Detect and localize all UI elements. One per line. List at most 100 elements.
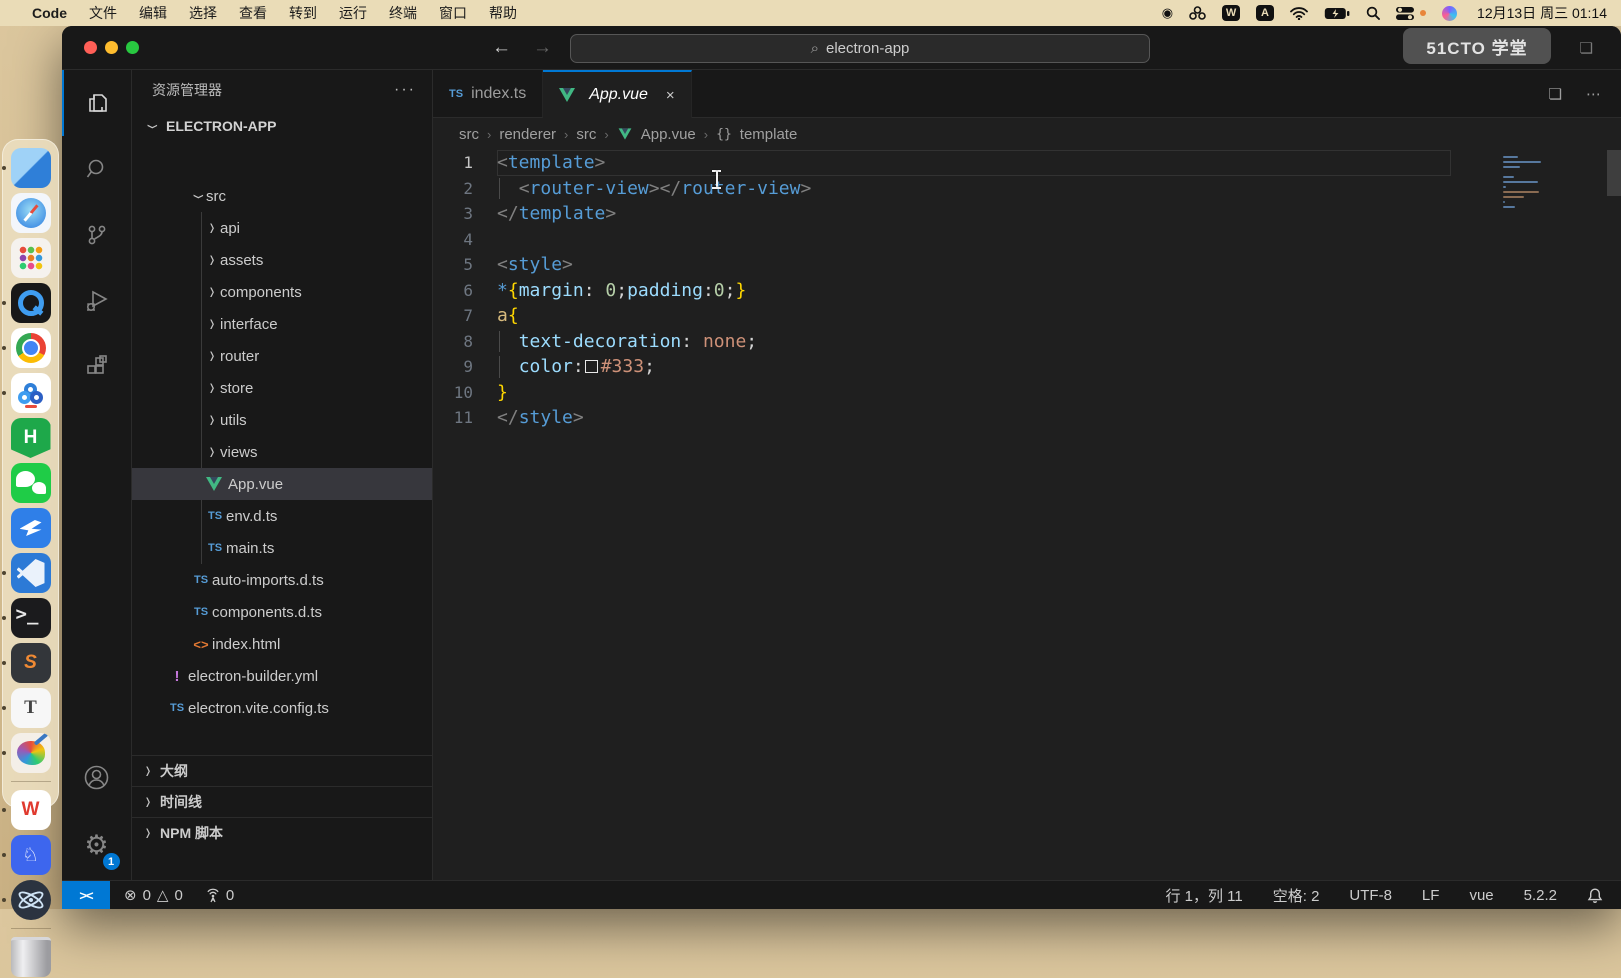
menu-item-运行[interactable]: 运行	[339, 5, 367, 21]
menu-item-终端[interactable]: 终端	[389, 5, 417, 21]
dock-item-chrome[interactable]	[10, 327, 52, 369]
tab-App.vue[interactable]: App.vue×	[543, 70, 691, 118]
dock-item-sunflower-remote[interactable]	[10, 372, 52, 414]
menu-item-转到[interactable]: 转到	[289, 5, 317, 21]
breadcrumb-item-src[interactable]: src	[459, 126, 479, 143]
dock-item-sublime-text[interactable]: S	[10, 642, 52, 684]
menu-item-文件[interactable]: 文件	[89, 5, 117, 21]
dock-item-dingtalk[interactable]	[10, 507, 52, 549]
wifi-icon[interactable]	[1290, 7, 1308, 20]
input-source-icon[interactable]: A	[1256, 5, 1274, 21]
status-version[interactable]: 5.2.2	[1524, 887, 1557, 904]
tree-folder-views[interactable]: ❭views	[132, 436, 432, 468]
wps-icon[interactable]: W	[1222, 5, 1240, 21]
menu-item-查看[interactable]: 查看	[239, 5, 267, 21]
ports-indicator[interactable]: 0	[205, 887, 234, 904]
problems-indicator[interactable]: ⊗ 0 △ 0	[124, 886, 183, 904]
run-debug-icon[interactable]	[62, 268, 132, 334]
menu-item-编辑[interactable]: 编辑	[139, 5, 167, 21]
minimize-window-button[interactable]	[105, 41, 118, 54]
close-tab-icon[interactable]: ×	[666, 87, 675, 104]
dock-item-safari[interactable]	[10, 192, 52, 234]
search-view-icon[interactable]	[62, 136, 132, 202]
notifications-bell-icon[interactable]	[1587, 887, 1603, 904]
dock-item-hbuilder[interactable]: H	[10, 417, 52, 459]
tree-folder-src[interactable]: ❭src	[132, 180, 432, 212]
menu-item-窗口[interactable]: 窗口	[439, 5, 467, 21]
breadcrumb-item-template[interactable]: template	[740, 126, 798, 143]
settings-gear-icon[interactable]: ⚙ 1	[62, 810, 132, 880]
dock-item-vscode[interactable]	[10, 552, 52, 594]
tree-file-env.d.ts[interactable]: TSenv.d.ts	[132, 500, 432, 532]
battery-charging-icon[interactable]	[1324, 7, 1350, 20]
tree-folder-interface[interactable]: ❭interface	[132, 308, 432, 340]
explorer-icon[interactable]	[62, 70, 132, 136]
back-button[interactable]: ←	[492, 37, 511, 59]
title-bar[interactable]: ← → ⌕ electron-app ❏ 51CTO 学堂	[62, 26, 1621, 70]
menu-item-选择[interactable]: 选择	[189, 5, 217, 21]
accounts-icon[interactable]	[62, 744, 132, 810]
dock-item-launchpad[interactable]	[10, 237, 52, 279]
extensions-icon[interactable]	[62, 334, 132, 400]
scrollbar-thumb[interactable]	[1607, 150, 1621, 196]
siri-icon[interactable]	[1442, 6, 1457, 21]
zoom-window-button[interactable]	[126, 41, 139, 54]
dock-item-wps-office[interactable]: W	[10, 789, 52, 831]
dock-item-terminal[interactable]: >_	[10, 597, 52, 639]
control-center-icon[interactable]	[1396, 7, 1414, 20]
dock-item-deer-vpn[interactable]: ♘	[10, 834, 52, 876]
dock-item-quicktime[interactable]	[10, 282, 52, 324]
tree-folder-api[interactable]: ❭api	[132, 212, 432, 244]
minimap[interactable]	[1503, 156, 1543, 211]
status-cursor-position[interactable]: 行 1，列 11	[1165, 885, 1242, 906]
tree-file-components.d.ts[interactable]: TScomponents.d.ts	[132, 596, 432, 628]
remote-indicator[interactable]: ><	[62, 881, 110, 909]
tree-file-package-lock.json[interactable]: {}package-lock.json	[132, 724, 432, 728]
menu-item-帮助[interactable]: 帮助	[489, 5, 517, 21]
forward-button[interactable]: →	[533, 37, 552, 59]
section-大纲[interactable]: ❭大纲	[132, 755, 432, 786]
status-indentation[interactable]: 空格: 2	[1273, 885, 1320, 906]
section-时间线[interactable]: ❭时间线	[132, 786, 432, 817]
screen-record-icon[interactable]: ◉	[1162, 5, 1173, 21]
breadcrumb-item-src[interactable]: src	[576, 126, 596, 143]
code-editor[interactable]: 1<template>2 <router-view></router-view>…	[433, 150, 1621, 880]
dock-item-textedit[interactable]: T	[10, 687, 52, 729]
tree-file-main.ts[interactable]: TSmain.ts	[132, 532, 432, 564]
customize-layout-icon[interactable]: ❏	[1580, 39, 1593, 57]
section-NPM 脚本[interactable]: ❭NPM 脚本	[132, 817, 432, 848]
status-eol[interactable]: LF	[1422, 887, 1440, 904]
tree-folder-router[interactable]: ❭router	[132, 340, 432, 372]
spotlight-icon[interactable]	[1366, 6, 1380, 20]
breadcrumb-item-App.vue[interactable]: App.vue	[641, 126, 696, 143]
source-control-icon[interactable]	[62, 202, 132, 268]
tree-folder-store[interactable]: ❭store	[132, 372, 432, 404]
status-language-mode[interactable]: vue	[1469, 887, 1493, 904]
editor-more-actions[interactable]: ⋯	[1586, 85, 1601, 103]
dock-item-wechat[interactable]	[10, 462, 52, 504]
tree-folder-utils[interactable]: ❭utils	[132, 404, 432, 436]
tree-file-electron-builder.yml[interactable]: !electron-builder.yml	[132, 660, 432, 692]
tree-file-auto-imports.d.ts[interactable]: TSauto-imports.d.ts	[132, 564, 432, 596]
explorer-more-actions[interactable]: ···	[394, 81, 416, 99]
command-center-search[interactable]: ⌕ electron-app	[570, 34, 1150, 63]
dock-item-finder[interactable]	[10, 147, 52, 189]
dock-item-paint-palette[interactable]	[10, 732, 52, 774]
menu-app-name[interactable]: Code	[32, 5, 67, 21]
tree-folder-components[interactable]: ❭components	[132, 276, 432, 308]
dock-item-atom-app[interactable]	[10, 879, 52, 921]
breadcrumb-item-renderer[interactable]: renderer	[499, 126, 556, 143]
status-encoding[interactable]: UTF-8	[1349, 887, 1392, 904]
tab-index.ts[interactable]: TSindex.ts	[433, 70, 543, 118]
tree-root-electron-app[interactable]: ❭ ELECTRON-APP	[132, 110, 432, 142]
menu-bar-clock[interactable]: 12月13日 周三 01:14	[1477, 3, 1607, 23]
tree-file-electron.vite.config.ts[interactable]: TSelectron.vite.config.ts	[132, 692, 432, 724]
cluster-icon[interactable]	[1189, 6, 1206, 20]
tree-folder-assets[interactable]: ❭assets	[132, 244, 432, 276]
tree-file-App.vue[interactable]: App.vue	[132, 468, 432, 500]
tree-file-index.html[interactable]: <>index.html	[132, 628, 432, 660]
dock-item-trash[interactable]	[10, 936, 52, 978]
split-editor-icon[interactable]: ❏	[1549, 85, 1562, 103]
breadcrumb[interactable]: src›renderer›src›App.vue›{}template	[433, 118, 1621, 150]
close-window-button[interactable]	[84, 41, 97, 54]
